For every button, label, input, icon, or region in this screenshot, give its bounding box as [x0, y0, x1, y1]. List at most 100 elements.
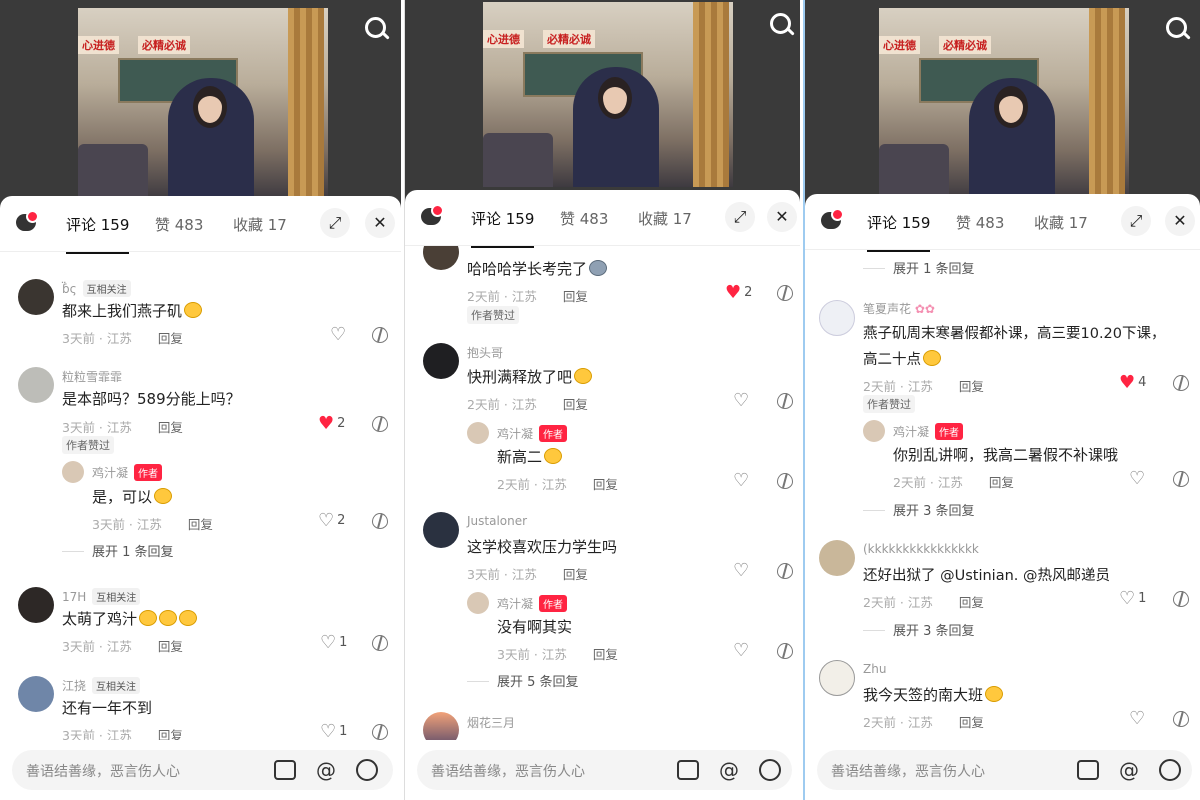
heart-icon[interactable]: ♡ 1: [1119, 590, 1146, 608]
close-icon[interactable]: ✕: [767, 202, 797, 232]
emoji-icon[interactable]: [356, 759, 378, 781]
reply-button[interactable]: 回复: [989, 475, 1014, 490]
dislike-icon[interactable]: [777, 393, 793, 409]
dislike-icon[interactable]: [1173, 591, 1189, 607]
avatar[interactable]: [18, 587, 54, 623]
mention-icon[interactable]: @: [1117, 758, 1141, 782]
tab-comments[interactable]: 评论 159: [66, 214, 130, 254]
avatar[interactable]: [819, 300, 855, 336]
reply-button[interactable]: 回复: [158, 331, 183, 346]
tab-likes[interactable]: 赞 483: [560, 208, 608, 229]
reply-button[interactable]: 回复: [158, 420, 183, 435]
avatar[interactable]: [819, 660, 855, 696]
tab-favorites[interactable]: 收藏 17: [1034, 212, 1088, 233]
tab-likes[interactable]: 赞 483: [155, 214, 203, 235]
heart-icon[interactable]: ♡: [733, 472, 749, 490]
search-icon[interactable]: [1163, 14, 1193, 44]
username[interactable]: (kkkkkkkkkkkkkkkk: [863, 542, 979, 556]
avatar[interactable]: [819, 540, 855, 576]
expand-replies-button[interactable]: 展开 1 条回复: [62, 541, 174, 560]
heart-icon[interactable]: ♡: [330, 326, 346, 344]
dislike-icon[interactable]: [1173, 471, 1189, 487]
username[interactable]: 烟花三月: [467, 714, 515, 731]
expand-replies-button[interactable]: 展开 1 条回复: [863, 258, 975, 277]
avatar[interactable]: [467, 422, 489, 444]
dislike-icon[interactable]: [777, 473, 793, 489]
comment-input[interactable]: 善语结善缘，恶言伤人心 @: [417, 750, 792, 790]
username[interactable]: Zhu: [863, 662, 886, 676]
mention-icon[interactable]: @: [717, 758, 741, 782]
reply-button[interactable]: 回复: [563, 567, 588, 582]
dislike-icon[interactable]: [372, 416, 388, 432]
heart-icon[interactable]: ♡ 1: [320, 723, 347, 741]
username[interactable]: 17H 互相关注: [62, 588, 141, 605]
username[interactable]: 抱头哥: [467, 344, 503, 361]
username[interactable]: 江挠 互相关注: [62, 677, 141, 694]
dislike-icon[interactable]: [372, 724, 388, 740]
comment-input[interactable]: 善语结善缘，恶言伤人心 @: [817, 750, 1192, 790]
video-area[interactable]: 心进德 必精必诚: [0, 0, 401, 210]
dislike-icon[interactable]: [372, 513, 388, 529]
comment-input[interactable]: 善语结善缘，恶言伤人心 @: [12, 750, 393, 790]
dislike-icon[interactable]: [1173, 711, 1189, 727]
search-icon[interactable]: [767, 10, 797, 40]
mention-icon[interactable]: @: [314, 758, 338, 782]
username[interactable]: 鸡汁凝 作者: [497, 595, 568, 612]
tab-favorites[interactable]: 收藏 17: [233, 214, 287, 235]
username[interactable]: Justaloner: [467, 514, 527, 528]
expand-icon[interactable]: ⤢: [725, 202, 755, 232]
avatar[interactable]: [423, 246, 459, 270]
reply-button[interactable]: 回复: [158, 639, 183, 654]
expand-replies-button[interactable]: 展开 3 条回复: [863, 500, 975, 519]
reply-button[interactable]: 回复: [563, 289, 588, 304]
expand-icon[interactable]: ⤢: [320, 208, 350, 238]
heart-icon[interactable]: ♡: [733, 642, 749, 660]
reply-button[interactable]: 回复: [959, 715, 984, 730]
image-icon[interactable]: [1077, 760, 1099, 780]
dislike-icon[interactable]: [777, 643, 793, 659]
video-area[interactable]: 心进德 必精必诚: [805, 0, 1200, 210]
reply-button[interactable]: 回复: [593, 477, 618, 492]
heart-icon[interactable]: ♥ 2: [318, 415, 345, 433]
heart-icon[interactable]: ♡: [1129, 470, 1145, 488]
username[interactable]: ɓ̈ς 互相关注: [62, 280, 131, 297]
close-icon[interactable]: ✕: [365, 208, 395, 238]
dislike-icon[interactable]: [372, 635, 388, 651]
avatar[interactable]: [423, 343, 459, 379]
reply-button[interactable]: 回复: [563, 397, 588, 412]
avatar[interactable]: [423, 512, 459, 548]
username[interactable]: 笔夏声花 ✿✿: [863, 300, 935, 317]
username[interactable]: 粒粒雪霏霏: [62, 368, 122, 385]
avatar[interactable]: [18, 676, 54, 712]
image-icon[interactable]: [677, 760, 699, 780]
username[interactable]: 鸡汁凝 作者: [893, 423, 964, 440]
video-area[interactable]: 心进德 必精必诚: [405, 0, 800, 205]
emoji-icon[interactable]: [1159, 759, 1181, 781]
reply-button[interactable]: 回复: [959, 379, 984, 394]
tab-favorites[interactable]: 收藏 17: [638, 208, 692, 229]
reply-button[interactable]: 回复: [959, 595, 984, 610]
heart-icon[interactable]: ♥ 2: [725, 284, 752, 302]
tab-comments[interactable]: 评论 159: [471, 208, 535, 248]
reply-button[interactable]: 回复: [158, 728, 183, 740]
search-icon[interactable]: [362, 14, 392, 44]
dislike-icon[interactable]: [777, 563, 793, 579]
heart-icon[interactable]: ♥ 4: [1119, 374, 1146, 392]
avatar[interactable]: [18, 279, 54, 315]
expand-icon[interactable]: ⤢: [1121, 206, 1151, 236]
tab-comments[interactable]: 评论 159: [867, 212, 931, 252]
avatar[interactable]: [423, 712, 459, 740]
heart-icon[interactable]: ♡: [733, 562, 749, 580]
expand-replies-button[interactable]: 展开 3 条回复: [863, 620, 975, 639]
dislike-icon[interactable]: [1173, 375, 1189, 391]
heart-icon[interactable]: ♡: [733, 392, 749, 410]
avatar[interactable]: [62, 461, 84, 483]
heart-icon[interactable]: ♡ 1: [320, 634, 347, 652]
close-icon[interactable]: ✕: [1165, 206, 1195, 236]
heart-icon[interactable]: ♡: [1129, 710, 1145, 728]
avatar[interactable]: [467, 592, 489, 614]
heart-icon[interactable]: ♡ 2: [318, 512, 345, 530]
username[interactable]: 鸡汁凝 作者: [497, 425, 568, 442]
reply-button[interactable]: 回复: [188, 517, 213, 532]
dislike-icon[interactable]: [372, 327, 388, 343]
